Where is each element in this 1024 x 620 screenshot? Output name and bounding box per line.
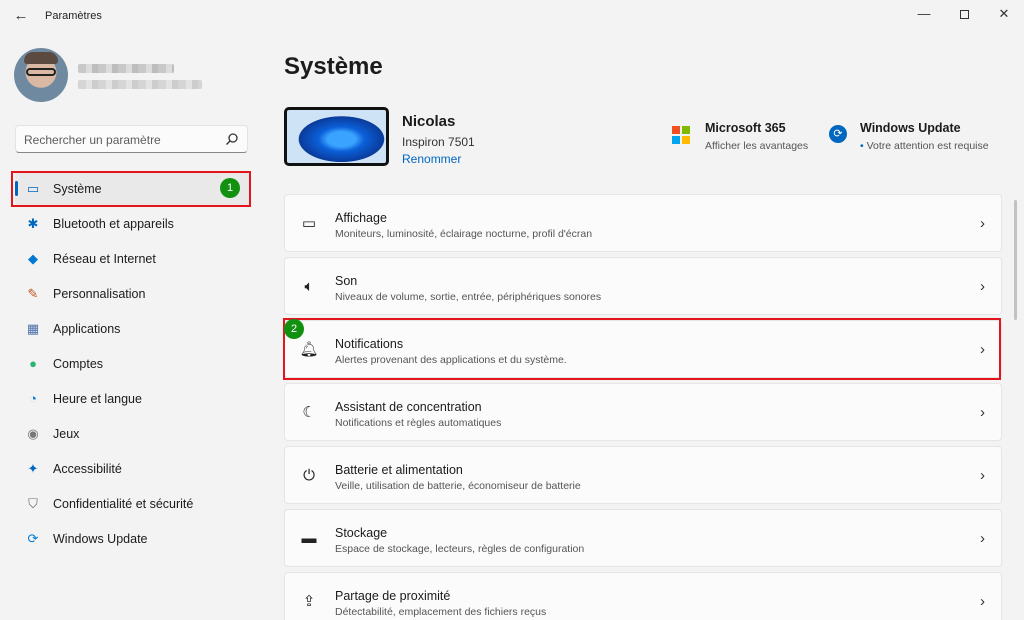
card-subtitle: Espace de stockage, lecteurs, règles de … [335,543,585,555]
avatar-glasses [26,68,56,76]
windows-update-title[interactable]: Windows Update [860,121,961,135]
sidebar-item-label: Jeux [53,427,80,441]
blurred-user-name [78,64,174,73]
sidebar-item-label: Bluetooth et appareils [53,217,174,231]
apps-icon: ▦ [26,321,40,336]
sidebar-item-label: Windows Update [53,532,148,546]
search-input[interactable] [24,131,219,149]
device-thumbnail [284,107,389,166]
windows-update-status-text: Votre attention est requise [866,140,989,152]
windows-update-status[interactable]: • Votre attention est requise [860,140,989,152]
settings-card-6[interactable]: ⇪ Partage de proximité Détectabilité, empl… [284,572,1002,620]
blurred-user-email [78,80,202,89]
sidebar-item-label: Heure et langue [53,392,142,406]
page-title: Système [284,53,383,80]
power-icon: ⏻ [303,467,315,484]
sidebar-nav: ▭ Système ✱ Bluetooth et appareils ◆ Réseau e… [15,171,250,556]
sidebar-item-2[interactable]: ◆ Réseau et Internet [15,241,250,276]
highlight-systeme [11,171,251,207]
sidebar-item-4[interactable]: ▦ Applications [15,311,250,346]
shield-icon: ⛉ [28,496,38,511]
card-title: Son [335,274,358,288]
speaker-icon: 🔈︎ [304,278,314,295]
status-dot: • [860,140,864,152]
step-badge-1: 1 [220,178,240,198]
scrollbar[interactable] [1014,200,1017,320]
back-button[interactable]: ← [10,6,32,26]
minimize-button[interactable]: — [904,0,944,30]
card-title: Assistant de concentration [335,400,482,414]
close-button[interactable]: ✕ [984,0,1024,30]
globe-clock-icon: ◔ [29,391,37,406]
card-subtitle: Détectabilité, emplacement des fichiers … [335,606,547,618]
sidebar-item-1[interactable]: ✱ Bluetooth et appareils [15,206,250,241]
chevron-right-icon: › [980,530,985,547]
windows-update-icon: ⟳ [27,531,39,546]
share-icon: ⇪ [302,593,316,610]
sidebar-item-10[interactable]: ⟳ Windows Update [15,521,250,556]
avatar[interactable] [14,48,68,102]
maximize-button[interactable] [944,0,984,30]
ms365-title[interactable]: Microsoft 365 [705,121,786,135]
sidebar-item-9[interactable]: ⛉ Confidentialité et sécurité [15,486,250,521]
person-icon: ● [29,356,37,371]
device-model: Inspiron 7501 [402,135,475,149]
sidebar-item-label: Applications [53,322,121,336]
device-name: Nicolas [402,113,456,130]
settings-card-0[interactable]: ▭ Affichage Moniteurs, luminosité, éclaira… [284,194,1002,252]
wallpaper-image [287,110,386,163]
highlight-notifications [283,318,1001,380]
windows-update-icon[interactable]: ⟳ [829,125,847,143]
bluetooth-icon: ✱ [27,216,39,231]
settings-card-3[interactable]: ☾ Assistant de concentration Notifications… [284,383,1002,441]
card-subtitle: Notifications et règles automatiques [335,417,502,429]
sidebar-item-label: Accessibilité [53,462,122,476]
rename-link[interactable]: Renommer [402,152,461,166]
card-title: Stockage [335,526,388,540]
settings-card-5[interactable]: ▬ Stockage Espace de stockage, lecteurs, r… [284,509,1002,567]
sidebar-item-7[interactable]: ◉ Jeux [15,416,250,451]
ms365-subtitle[interactable]: Afficher les avantages [705,140,808,152]
card-title: Partage de proximité [335,589,451,603]
chevron-right-icon: › [980,278,985,295]
card-subtitle: Veille, utilisation de batterie, économi… [335,480,581,492]
chevron-right-icon: › [980,215,985,232]
title-bar: ← Paramètres — ✕ [0,0,1024,30]
brush-icon: ✎ [27,286,39,301]
search-box[interactable] [15,125,248,153]
sidebar-item-6[interactable]: ◔ Heure et langue [15,381,250,416]
moon-icon: ☾ [302,404,316,421]
card-subtitle: Moniteurs, luminosité, éclairage nocturn… [335,228,593,240]
wifi-icon: ◆ [28,251,38,266]
card-title: Batterie et alimentation [335,463,463,477]
display-icon: ▭ [301,215,317,232]
sidebar-item-label: Comptes [53,357,104,371]
accessibility-icon: ✦ [27,461,39,476]
settings-card-1[interactable]: 🔈︎ Son Niveaux de volume, sortie, entrée, … [284,257,1002,315]
gamepad-icon: ◉ [27,426,39,441]
card-subtitle: Niveaux de volume, sortie, entrée, périp… [335,291,602,303]
step-badge-2: 2 [284,319,304,339]
chevron-right-icon: › [980,404,985,421]
storage-icon: ▬ [301,530,317,547]
chevron-right-icon: › [980,467,985,484]
sidebar-item-label: Confidentialité et sécurité [53,497,194,511]
sidebar-item-3[interactable]: ✎ Personnalisation [15,276,250,311]
sidebar-item-5[interactable]: ● Comptes [15,346,250,381]
maximize-icon [959,10,969,20]
settings-card-4[interactable]: ⏻ Batterie et alimentation Veille, utilisa… [284,446,1002,504]
microsoft-logo-icon[interactable] [672,126,690,144]
card-title: Affichage [335,211,387,225]
avatar-hair [24,52,58,64]
app-title: Paramètres [45,10,102,22]
sidebar-item-label: Réseau et Internet [53,252,156,266]
sidebar-item-label: Personnalisation [53,287,146,301]
chevron-right-icon: › [980,593,985,610]
search-icon[interactable] [225,132,239,146]
sidebar-item-8[interactable]: ✦ Accessibilité [15,451,250,486]
